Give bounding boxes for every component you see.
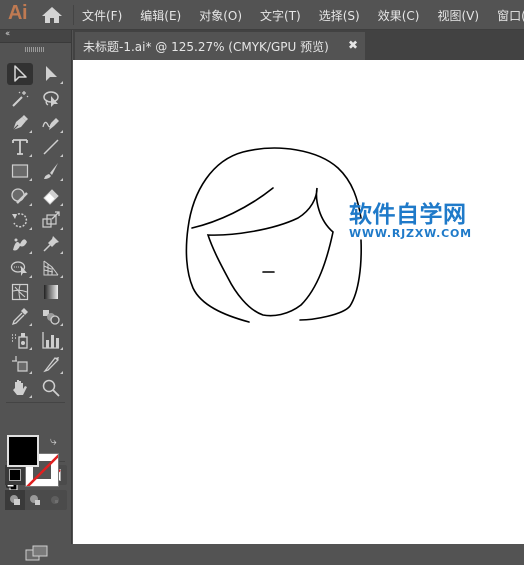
magic-wand-tool[interactable] [7, 88, 33, 110]
artboard-tool[interactable] [7, 353, 33, 375]
selection-tool[interactable] [7, 63, 33, 85]
blend-tool[interactable] [38, 305, 64, 327]
close-icon[interactable]: ✖ [348, 38, 358, 52]
mesh-tool[interactable] [7, 281, 33, 303]
perspective-grid-tool[interactable] [38, 257, 64, 279]
magic-wand-icon [12, 91, 29, 107]
line-segment-tool[interactable] [38, 136, 64, 158]
hand-icon [13, 380, 27, 395]
artboard-icon [12, 356, 28, 372]
menu-effect[interactable]: 效果(C) [378, 7, 420, 24]
column-graph-tool[interactable] [38, 329, 64, 351]
puppet-warp-tool[interactable] [7, 233, 33, 255]
collapse-panel-button[interactable]: ‹‹ [5, 29, 10, 39]
pin-icon [43, 236, 59, 252]
pen-icon [12, 115, 28, 131]
line-icon [43, 139, 59, 155]
swap-fill-stroke-icon[interactable]: ⤷ [50, 434, 57, 449]
draw-normal-button[interactable] [5, 490, 25, 510]
pin-tool[interactable] [38, 233, 64, 255]
menu-type[interactable]: 文字(T) [260, 7, 301, 24]
mesh-icon [11, 283, 29, 301]
eyedropper-icon [11, 308, 28, 326]
lasso-icon [43, 91, 59, 107]
scale-icon [42, 211, 60, 228]
toolbar-divider [6, 402, 65, 403]
eraser-icon [43, 189, 59, 205]
eyedropper-tool[interactable] [7, 305, 33, 327]
menu-edit[interactable]: 编辑(E) [140, 7, 181, 24]
menu-file[interactable]: 文件(F) [82, 7, 122, 24]
symbol-sprayer-tool[interactable] [7, 329, 33, 351]
rotate-tool[interactable] [7, 209, 33, 231]
shape-builder-tool[interactable] [7, 257, 33, 279]
watermark: 软件自学网 WWW.RJZXW.COM [349, 202, 472, 240]
perspective-grid-icon [43, 260, 59, 276]
curvature-pen-icon [42, 118, 59, 130]
document-tab[interactable]: 未标题-1.ai* @ 125.27% (CMYK/GPU 预览) ✖ [75, 32, 365, 60]
lasso-tool[interactable] [38, 88, 64, 110]
column-graph-icon [42, 332, 59, 349]
watermark-url: WWW.RJZXW.COM [349, 227, 472, 240]
hand-tool[interactable] [7, 377, 33, 399]
face-outline-path [206, 187, 334, 317]
home-icon[interactable] [41, 6, 63, 24]
document-tab-title: 未标题-1.ai* @ 125.27% (CMYK/GPU 预览) [83, 39, 329, 54]
blend-icon [43, 310, 60, 325]
scale-tool[interactable] [38, 209, 64, 231]
change-screen-mode-icon[interactable] [25, 545, 49, 561]
hair-outline-right-path [299, 239, 362, 321]
puppet-warp-icon [13, 238, 27, 251]
paintbrush-icon [44, 163, 58, 179]
rectangle-icon [11, 164, 29, 178]
shaper-tool[interactable] [7, 185, 33, 207]
menu-object[interactable]: 对象(O) [199, 7, 242, 24]
fill-swatch[interactable] [7, 435, 39, 467]
slice-tool[interactable] [38, 353, 64, 375]
shaper-icon [11, 188, 28, 204]
type-tool[interactable] [7, 136, 33, 158]
shape-builder-icon [10, 261, 27, 276]
menu-bar: Ai 文件(F) 编辑(E) 对象(O) 文字(T) 选择(S) 效果(C) 视… [0, 0, 524, 30]
pen-tool[interactable] [7, 112, 33, 134]
draw-behind-button[interactable] [25, 490, 45, 510]
symbol-sprayer-icon [12, 333, 28, 349]
tools-panel: ‹‹ ⤷ [0, 29, 72, 561]
selection-arrow-icon [14, 65, 27, 82]
bangs-left-path [191, 187, 274, 229]
artboard-canvas[interactable]: 软件自学网 WWW.RJZXW.COM [73, 60, 524, 544]
app-logo: Ai [8, 2, 28, 24]
panel-grip-handle[interactable] [25, 47, 45, 52]
rectangle-tool[interactable] [7, 160, 33, 182]
draw-inside-button[interactable] [45, 490, 65, 510]
rotate-icon [12, 213, 28, 228]
eraser-tool[interactable] [38, 185, 64, 207]
paintbrush-tool[interactable] [38, 160, 64, 182]
color-mode-button[interactable] [5, 465, 25, 485]
menu-select[interactable]: 选择(S) [319, 7, 360, 24]
document-tab-bar: 未标题-1.ai* @ 125.27% (CMYK/GPU 预览) ✖ [73, 30, 524, 60]
face-illustration[interactable] [73, 60, 524, 544]
curvature-tool[interactable] [38, 112, 64, 134]
zoom-tool[interactable] [38, 377, 64, 399]
slice-icon [43, 357, 60, 373]
menu-items: 文件(F) 编辑(E) 对象(O) 文字(T) 选择(S) 效果(C) 视图(V… [82, 0, 524, 30]
gradient-tool[interactable] [38, 281, 64, 303]
watermark-title: 软件自学网 [349, 202, 467, 228]
direct-selection-arrow-icon [46, 66, 57, 81]
direct-selection-tool[interactable] [38, 63, 64, 85]
menu-view[interactable]: 视图(V) [437, 7, 479, 24]
tools-panel-header: ‹‹ [0, 29, 71, 43]
draw-mode-group [5, 490, 67, 510]
gradient-icon [44, 285, 58, 299]
menu-divider [73, 5, 74, 25]
type-icon [12, 139, 28, 155]
menu-window[interactable]: 窗口(W) [497, 7, 524, 24]
zoom-icon [42, 379, 60, 397]
